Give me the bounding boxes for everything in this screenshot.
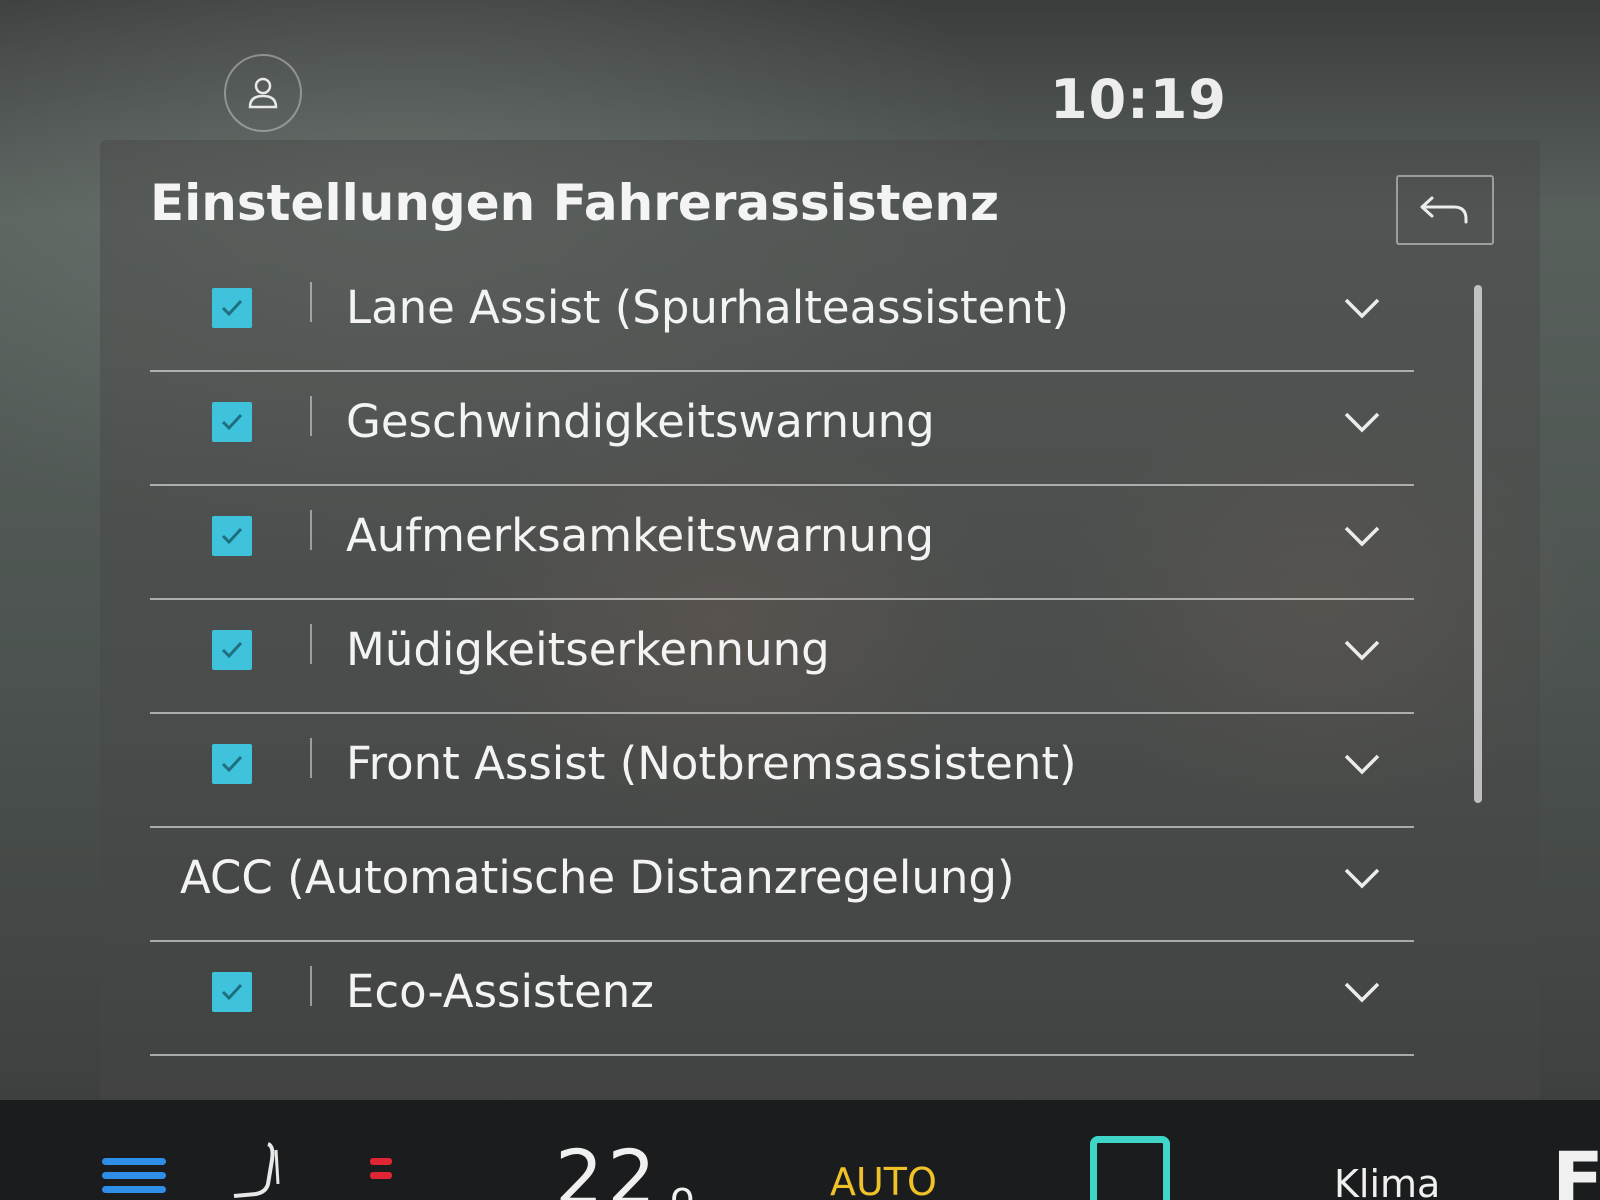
clock: 10:19: [1050, 68, 1227, 131]
checkbox[interactable]: [212, 744, 252, 784]
back-arrow-icon: [1420, 196, 1468, 224]
chevron-down-icon[interactable]: [1340, 628, 1384, 672]
seat-heating-indicator[interactable]: [370, 1158, 394, 1198]
menu-icon[interactable]: [102, 1158, 166, 1198]
separator: [310, 510, 312, 550]
assist-settings-list: Lane Assist (Spurhalteassistent) Geschwi…: [150, 258, 1414, 1056]
edge-label: F: [1552, 1135, 1600, 1200]
list-item-label: ACC (Automatische Distanzregelung): [180, 851, 1015, 904]
checkmark-icon: [221, 755, 243, 773]
checkmark-icon: [221, 641, 243, 659]
list-item[interactable]: Front Assist (Notbremsassistent): [150, 714, 1414, 828]
scrollbar[interactable]: [1474, 285, 1482, 803]
list-item-label: Eco-Assistenz: [346, 965, 654, 1018]
checkbox[interactable]: [212, 972, 252, 1012]
page-title: Einstellungen Fahrerassistenz: [150, 174, 1000, 232]
list-item-label: Müdigkeitserkennung: [346, 623, 830, 676]
list-item-label: Geschwindigkeitswarnung: [346, 395, 935, 448]
chevron-down-icon[interactable]: [1340, 742, 1384, 786]
chevron-down-icon[interactable]: [1340, 286, 1384, 330]
person-icon: [248, 77, 278, 109]
separator: [310, 624, 312, 664]
list-item[interactable]: Aufmerksamkeitswarnung: [150, 486, 1414, 600]
list-item-label: Lane Assist (Spurhalteassistent): [346, 281, 1070, 334]
checkbox[interactable]: [212, 402, 252, 442]
list-item[interactable]: Eco-Assistenz: [150, 942, 1414, 1056]
back-button[interactable]: [1396, 175, 1494, 245]
list-item[interactable]: Lane Assist (Spurhalteassistent): [150, 258, 1414, 372]
list-item[interactable]: ACC (Automatische Distanzregelung): [150, 828, 1414, 942]
checkmark-icon: [221, 413, 243, 431]
list-item[interactable]: Geschwindigkeitswarnung: [150, 372, 1414, 486]
checkbox[interactable]: [212, 288, 252, 328]
profile-button[interactable]: [224, 54, 302, 132]
infotainment-screen: 10:19 Einstellungen Fahrerassistenz Lane…: [0, 0, 1600, 1200]
chevron-down-icon[interactable]: [1340, 514, 1384, 558]
separator: [310, 966, 312, 1006]
auto-button[interactable]: AUTO: [830, 1162, 937, 1200]
chevron-down-icon[interactable]: [1340, 856, 1384, 900]
separator: [310, 282, 312, 322]
climate-bar: 22 o AUTO Klima F: [0, 1100, 1600, 1200]
temperature-unit: o: [670, 1174, 695, 1200]
chevron-down-icon[interactable]: [1340, 970, 1384, 1014]
fan-icon[interactable]: [1090, 1136, 1170, 1200]
separator: [310, 396, 312, 436]
list-item-label: Front Assist (Notbremsassistent): [346, 737, 1077, 790]
list-item[interactable]: Müdigkeitserkennung: [150, 600, 1414, 714]
checkmark-icon: [221, 983, 243, 1001]
separator: [310, 738, 312, 778]
checkbox[interactable]: [212, 516, 252, 556]
checkbox[interactable]: [212, 630, 252, 670]
list-item-label: Aufmerksamkeitswarnung: [346, 509, 935, 562]
checkmark-icon: [221, 527, 243, 545]
klima-button[interactable]: Klima: [1334, 1164, 1440, 1200]
seat-icon[interactable]: [228, 1140, 288, 1200]
checkmark-icon: [221, 299, 243, 317]
temperature-value[interactable]: 22: [555, 1138, 660, 1200]
chevron-down-icon[interactable]: [1340, 400, 1384, 444]
